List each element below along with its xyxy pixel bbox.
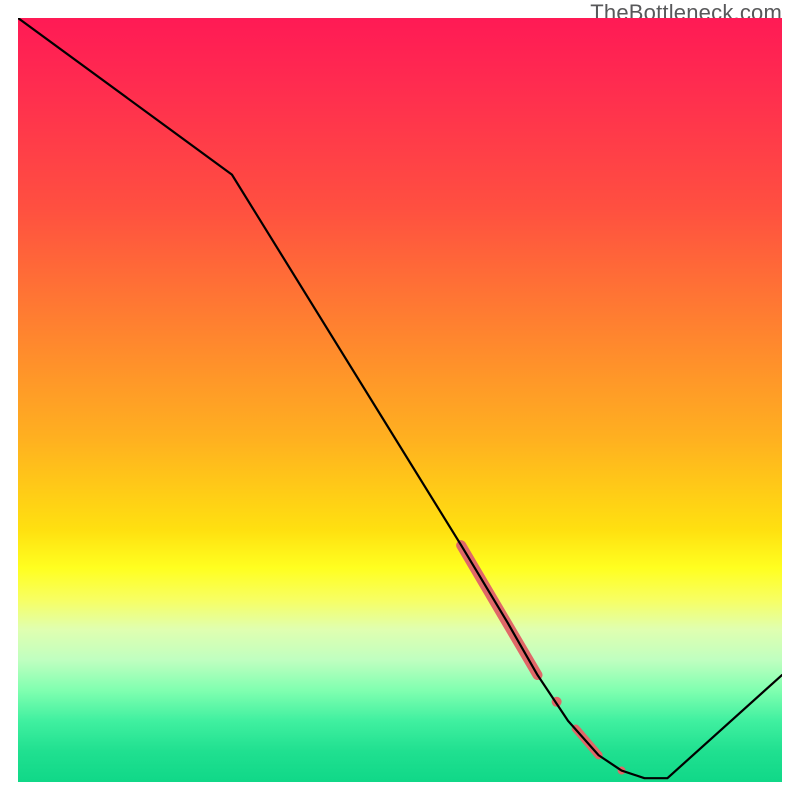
plot-svg xyxy=(18,18,782,782)
curve-layer xyxy=(18,18,782,778)
plot-area xyxy=(18,18,782,782)
markers-layer xyxy=(461,545,625,774)
bottleneck-curve xyxy=(18,18,782,778)
chart-container: TheBottleneck.com xyxy=(0,0,800,800)
